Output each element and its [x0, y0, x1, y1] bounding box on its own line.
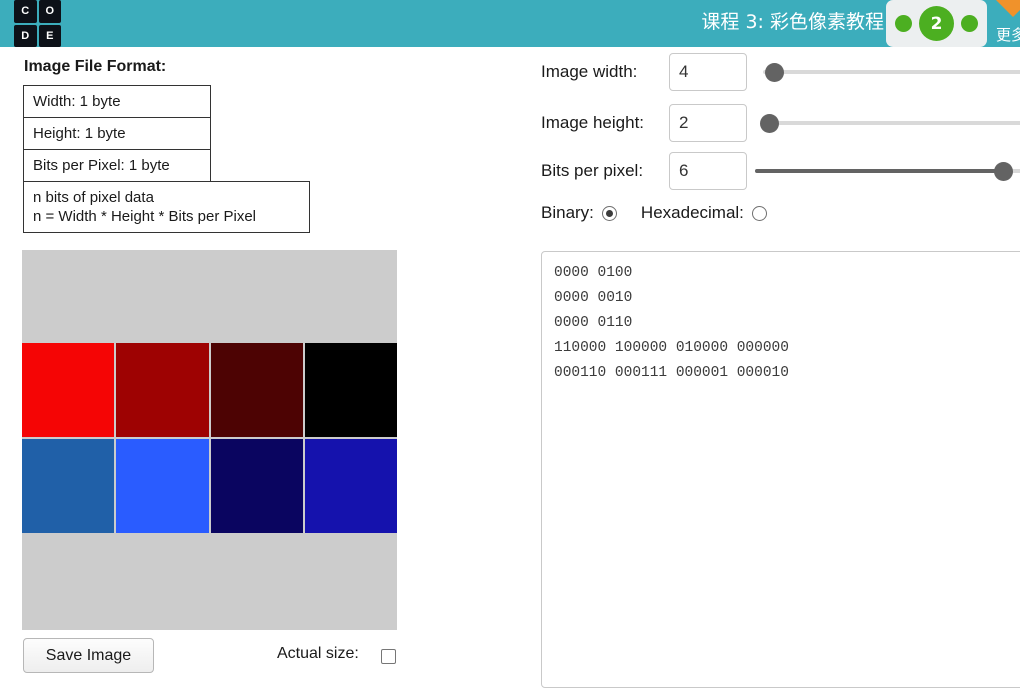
bits-per-pixel-slider-thumb[interactable]	[994, 162, 1013, 181]
hexadecimal-radio[interactable]	[751, 205, 767, 221]
format-row-width: Width: 1 byte	[23, 85, 211, 118]
image-preview-canvas[interactable]	[22, 250, 397, 630]
image-width-input[interactable]	[669, 53, 747, 91]
pixel-cell[interactable]	[210, 439, 303, 533]
format-row-pixel-data: n bits of pixel data n = Width * Height …	[23, 181, 310, 233]
pixel-cell[interactable]	[116, 439, 209, 533]
app-header: C O D E 课程 3: 彩色像素教程 2 更多	[0, 0, 1020, 47]
pixel-data-line-1: n bits of pixel data	[33, 189, 154, 206]
pixel-cell[interactable]	[116, 343, 209, 437]
binary-radio[interactable]	[601, 205, 617, 221]
pixel-grid	[22, 343, 397, 533]
image-width-slider-thumb[interactable]	[765, 63, 784, 82]
pixel-cell[interactable]	[304, 439, 397, 533]
code-org-logo[interactable]: C O D E	[14, 0, 61, 47]
image-file-format-heading: Image File Format:	[24, 58, 167, 75]
progress-dot-previous[interactable]	[895, 15, 912, 32]
pixel-cell[interactable]	[22, 343, 115, 437]
data-line: 0000 0010	[554, 290, 633, 306]
image-width-label: Image width:	[541, 62, 638, 81]
actual-size-checkbox[interactable]	[381, 649, 396, 664]
data-line: 0000 0110	[554, 315, 633, 331]
image-file-format-table: Width: 1 byte Height: 1 byte Bits per Pi…	[23, 85, 310, 233]
binary-data-output[interactable]: 0000 0100 0000 0010 0000 0110 110000 100000…	[541, 251, 1020, 688]
data-line: 0000 0100	[554, 265, 633, 281]
logo-tile-e: E	[38, 24, 61, 47]
progress-dot-next[interactable]	[961, 15, 978, 32]
progress-current-level[interactable]: 2	[919, 6, 954, 41]
bits-per-pixel-label: Bits per pixel:	[541, 161, 644, 180]
pixel-cell[interactable]	[22, 439, 115, 533]
format-row-height: Height: 1 byte	[23, 117, 211, 150]
pixel-cell[interactable]	[304, 343, 397, 437]
logo-tile-o: O	[38, 0, 61, 23]
image-height-input[interactable]	[669, 104, 747, 142]
hexadecimal-label: Hexadecimal:	[640, 203, 744, 222]
more-menu-label: 更多	[996, 26, 1020, 44]
format-row-bits-per-pixel: Bits per Pixel: 1 byte	[23, 149, 211, 182]
image-height-label: Image height:	[541, 113, 645, 132]
more-menu[interactable]: 更多	[996, 0, 1020, 47]
bits-per-pixel-input[interactable]	[669, 152, 747, 190]
actual-size-label: Actual size:	[277, 645, 359, 662]
save-image-button[interactable]: Save Image	[23, 638, 154, 673]
pixel-cell[interactable]	[210, 343, 303, 437]
image-height-slider-track[interactable]	[763, 121, 1020, 125]
logo-tile-d: D	[14, 24, 37, 47]
data-line: 110000 100000 010000 000000	[554, 340, 789, 356]
binary-label: Binary:	[541, 203, 594, 222]
page-title: 课程 3: 彩色像素教程	[701, 11, 884, 33]
chevron-down-icon	[996, 0, 1020, 17]
pixel-data-line-2: n = Width * Height * Bits per Pixel	[33, 208, 257, 225]
image-height-slider-thumb[interactable]	[760, 114, 779, 133]
logo-tile-c: C	[14, 0, 37, 23]
encoding-format-radio-group: Binary: Hexadecimal:	[541, 203, 767, 223]
data-line: 000110 000111 000001 000010	[554, 365, 789, 381]
progress-indicator[interactable]: 2	[886, 0, 987, 47]
bits-per-pixel-slider-fill	[755, 169, 1005, 173]
image-width-slider-track[interactable]	[763, 70, 1020, 74]
